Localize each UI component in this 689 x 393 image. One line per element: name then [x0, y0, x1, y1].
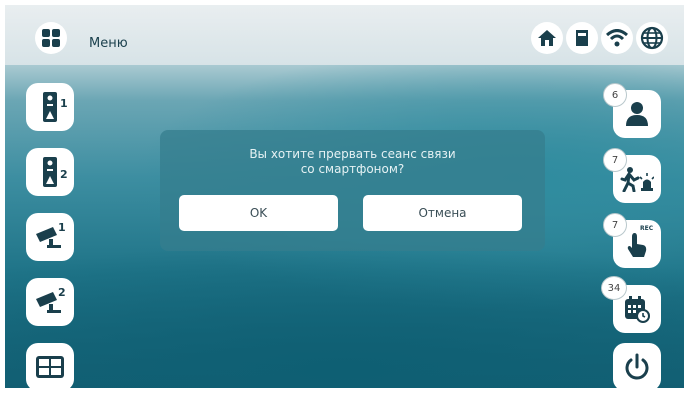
door-panel-icon	[43, 157, 57, 187]
door-panel-icon	[43, 92, 57, 122]
menu-label[interactable]: Меню	[89, 36, 128, 51]
sd-card-button[interactable]	[566, 22, 598, 54]
power-icon	[625, 353, 649, 380]
rec-label: REC	[640, 225, 654, 232]
power-button[interactable]	[613, 343, 661, 388]
home-icon	[538, 30, 556, 46]
door-panel-2-button[interactable]: 2	[26, 148, 74, 196]
split-screen-button[interactable]	[26, 343, 74, 388]
camera-number: 2	[58, 286, 66, 299]
motion-badge: 7	[603, 148, 627, 172]
touch-record-icon	[627, 233, 647, 257]
user-icon	[626, 102, 648, 126]
door-panel-number: 2	[60, 168, 68, 181]
cancel-button[interactable]: Отмена	[363, 195, 522, 231]
menu-button[interactable]	[35, 22, 67, 54]
sd-card-icon	[576, 30, 588, 46]
internet-button[interactable]	[636, 22, 668, 54]
record-badge: 7	[603, 213, 627, 237]
wifi-icon	[606, 29, 628, 47]
motion-alarm-icon	[620, 167, 654, 192]
dialog-message-line2: со смартфоном?	[300, 162, 405, 176]
screen: Меню 1 2 1 2 6 7 REC 7 34 Вы хотите прер…	[5, 5, 684, 388]
dialog-message-line1: Вы хотите прервать сеанс связи	[249, 147, 456, 161]
camera-1-button[interactable]: 1	[26, 213, 74, 261]
apps-grid-icon	[42, 29, 60, 47]
calendar-badge: 34	[601, 276, 627, 300]
globe-icon	[640, 26, 664, 50]
confirm-dialog: Вы хотите прервать сеанс связи со смартф…	[160, 130, 545, 251]
home-button[interactable]	[531, 22, 563, 54]
camera-2-button[interactable]: 2	[26, 278, 74, 326]
users-badge: 6	[603, 83, 627, 107]
calendar-clock-icon	[625, 296, 650, 323]
split-screen-icon	[36, 356, 64, 378]
dialog-message: Вы хотите прервать сеанс связи со смартф…	[160, 147, 545, 177]
door-panel-number: 1	[60, 97, 68, 110]
camera-number: 1	[58, 221, 66, 234]
door-panel-1-button[interactable]: 1	[26, 83, 74, 131]
wifi-button[interactable]	[601, 22, 633, 54]
ok-button[interactable]: OK	[179, 195, 338, 231]
